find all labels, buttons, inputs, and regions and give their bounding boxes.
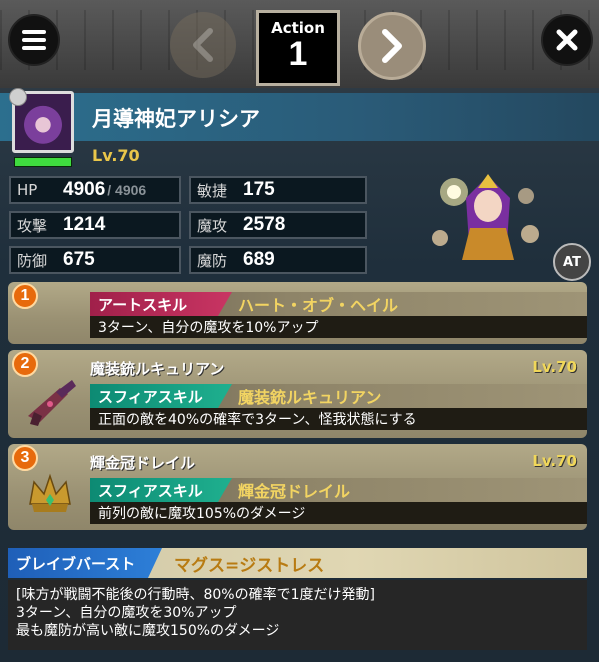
- stat-def: 防御 675: [9, 246, 181, 274]
- stat-mdef-value: 689: [243, 249, 275, 270]
- stat-mag-label: 魔攻: [197, 216, 228, 235]
- unit-name: 月導神妃アリシア: [92, 107, 260, 131]
- close-button[interactable]: [541, 14, 593, 66]
- stat-hp-max: / 4906: [107, 182, 147, 198]
- skill-name: 魔装銃ルキュリアン: [238, 388, 382, 407]
- stat-mdef: 魔防 689: [189, 246, 367, 274]
- menu-icon: [22, 30, 46, 50]
- brave-burst-header[interactable]: ブレイブバースト マグス=ジストレス: [8, 548, 587, 578]
- stat-atk-value: 1214: [63, 214, 106, 235]
- unit-sprite: [432, 174, 539, 260]
- skill-name: 輝金冠ドレイル: [238, 482, 351, 501]
- stat-atk-label: 攻撃: [17, 216, 48, 235]
- brave-burst-line: 最も魔防が高い敵に魔攻150%のダメージ: [16, 623, 280, 639]
- skill-card-3[interactable]: 3 輝金冠ドレイル Lv.70 スフィアスキル 輝金冠ドレイル 前列の敵に魔攻1…: [8, 444, 587, 530]
- chevron-left-icon: [193, 28, 213, 62]
- stat-hp-value: 4906: [63, 179, 106, 200]
- action-number: 1: [288, 35, 308, 73]
- hp-bar-fill: [15, 158, 71, 166]
- chevron-right-icon: [382, 29, 402, 63]
- stat-mag: 魔攻 2578: [189, 211, 367, 239]
- menu-button[interactable]: [8, 14, 60, 66]
- stat-mag-value: 2578: [243, 214, 286, 235]
- skill-tag-row: スフィアスキル 魔装銃ルキュリアン: [90, 384, 587, 408]
- name-strip: [0, 93, 599, 141]
- skill-title: 魔装銃ルキュリアン: [90, 360, 225, 378]
- brave-burst-tag: ブレイブバースト: [8, 548, 162, 578]
- close-icon: [556, 29, 578, 51]
- skill-description: 前列の敵に魔攻105%のダメージ: [90, 502, 587, 524]
- skill-description: 正面の敵を40%の確率で3ターン、怪我状態にする: [90, 408, 587, 430]
- sphere-skill-tag: スフィアスキル: [90, 478, 232, 502]
- auto-target-button[interactable]: AT: [553, 243, 591, 281]
- art-skill-tag: アートスキル: [90, 292, 232, 316]
- stat-agi-label: 敏捷: [197, 181, 228, 200]
- skill-number-badge: 1: [12, 283, 38, 309]
- unit-detail-screen: Action 1 月導神妃アリシア Lv.70 HP 4906 / 4906 敏…: [0, 0, 599, 662]
- stat-mdef-label: 魔防: [197, 251, 228, 270]
- brave-burst-name: マグス=ジストレス: [174, 556, 325, 576]
- next-button[interactable]: [358, 12, 426, 80]
- brave-burst-line: [味方が戦闘不能後の行動時、80%の確率で1度だけ発動]: [16, 587, 375, 603]
- element-badge-icon: [9, 88, 27, 106]
- crown-icon: [29, 473, 71, 512]
- brave-burst-line: 3ターン、自分の魔攻を30%アップ: [16, 605, 237, 621]
- hp-bar: [14, 157, 72, 167]
- skill-level: Lv.70: [532, 358, 577, 376]
- stat-atk: 攻撃 1214: [9, 211, 181, 239]
- stat-hp: HP 4906 / 4906: [9, 176, 181, 204]
- skill-card-2[interactable]: 2 魔装銃ルキュリアン Lv.70 スフィアスキル 魔装銃ルキュリアン 正面の敵…: [8, 350, 587, 438]
- skill-tag-row: スフィアスキル 輝金冠ドレイル: [90, 478, 587, 502]
- prev-button[interactable]: [170, 12, 236, 78]
- skill-tag-row: アートスキル ハート・オブ・ヘイル: [90, 292, 587, 316]
- stat-hp-label: HP: [17, 181, 38, 199]
- gun-icon: [28, 380, 76, 426]
- skill-description: 3ターン、自分の魔攻を10%アップ: [90, 316, 587, 338]
- stat-def-label: 防御: [17, 251, 48, 270]
- stat-def-value: 675: [63, 249, 95, 270]
- action-counter: Action 1: [256, 10, 340, 86]
- unit-level: Lv.70: [92, 146, 140, 165]
- skill-card-1[interactable]: 1 アートスキル ハート・オブ・ヘイル 3ターン、自分の魔攻を10%アップ: [8, 282, 587, 344]
- skill-level: Lv.70: [532, 452, 577, 470]
- skill-title: 輝金冠ドレイル: [90, 454, 196, 472]
- stat-agi-value: 175: [243, 179, 275, 200]
- sphere-skill-tag: スフィアスキル: [90, 384, 232, 408]
- brave-burst-description: [味方が戦闘不能後の行動時、80%の確率で1度だけ発動] 3ターン、自分の魔攻を…: [8, 580, 587, 650]
- unit-avatar[interactable]: [9, 88, 74, 153]
- skill-name: ハート・オブ・ヘイル: [238, 296, 399, 315]
- stat-agi: 敏捷 175: [189, 176, 367, 204]
